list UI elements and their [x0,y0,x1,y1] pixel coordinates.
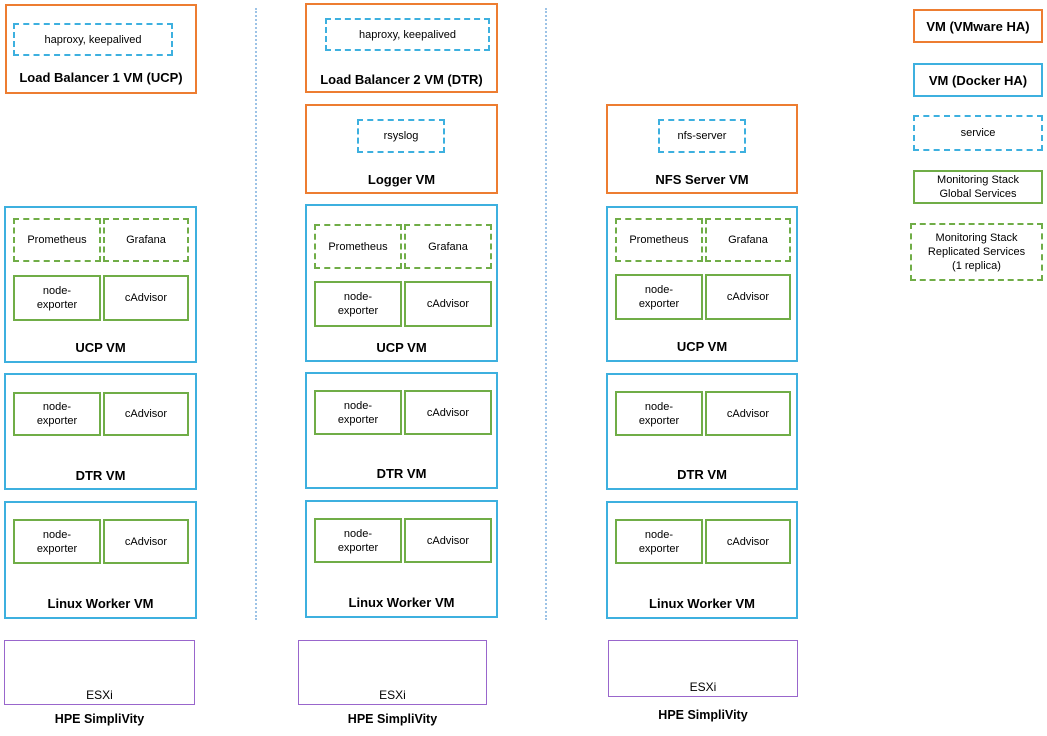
dtr-vm: node-exporter cAdvisor DTR VM [606,373,798,490]
global-service-cadvisor: cAdvisor [103,392,189,436]
dtr-vm: node-exporter cAdvisor DTR VM [305,372,498,489]
vm-title: Linux Worker VM [348,595,455,610]
service-haproxy: haproxy, keepalived [325,18,490,51]
replicated-service-grafana: Grafana [404,224,492,269]
label: node- [343,291,373,303]
label: node- [644,528,674,541]
label: node- [343,527,373,540]
global-service-node-exporter: node-exporter [615,274,703,320]
label: exporter [36,415,78,427]
dtr-vm: node-exporter cAdvisor DTR VM [4,373,197,490]
linux-worker-vm: node-exporter cAdvisor Linux Worker VM [4,501,197,619]
global-service-node-exporter: node-exporter [13,275,101,321]
legend-global-services: Monitoring Stack Global Services [913,170,1043,204]
global-service-node-exporter: node-exporter [615,519,703,564]
vm-title: UCP VM [676,339,728,354]
linux-worker-vm: node-exporter cAdvisor Linux Worker VM [305,500,498,618]
global-service-node-exporter: node-exporter [314,518,402,563]
legend-replicated-services: Monitoring Stack Replicated Services (1 … [910,223,1043,281]
ucp-vm: Prometheus Grafana node-exporter cAdviso… [305,204,498,362]
global-service-node-exporter: node-exporter [314,281,402,327]
global-service-cadvisor: cAdvisor [103,275,189,321]
host-label: HPE SimpliVity [54,712,145,726]
global-service-cadvisor: cAdvisor [705,519,791,564]
load-balancer-1-vm: haproxy, keepalived Load Balancer 1 VM (… [5,4,197,94]
label: exporter [36,542,78,555]
label: exporter [638,414,680,427]
vm-title: Logger VM [367,172,436,187]
linux-worker-vm: node-exporter cAdvisor Linux Worker VM [606,501,798,619]
vm-title: DTR VM [75,468,126,483]
vm-title: DTR VM [677,467,727,482]
label: node- [42,285,72,297]
label: node- [644,400,674,413]
global-service-node-exporter: node-exporter [13,392,101,436]
vm-title: Load Balancer 2 VM (DTR) [320,72,483,87]
ucp-vm: Prometheus Grafana node-exporter cAdviso… [606,206,798,362]
vm-title: Linux Worker VM [47,596,154,611]
vm-title: Linux Worker VM [649,596,755,611]
label: exporter [337,541,379,554]
column-divider [255,8,257,620]
service-nfs-server: nfs-server [658,119,746,153]
logger-vm: rsyslog Logger VM [305,104,498,194]
replicated-service-grafana: Grafana [705,218,791,262]
global-service-cadvisor: cAdvisor [705,274,791,320]
label: (1 replica) [952,260,1001,272]
global-service-cadvisor: cAdvisor [404,281,492,327]
global-service-cadvisor: cAdvisor [404,390,492,435]
replicated-service-prometheus: Prometheus [314,224,402,269]
label: Monitoring Stack [937,174,1019,186]
global-service-node-exporter: node-exporter [615,391,703,436]
vm-title: UCP VM [376,340,427,355]
nfs-server-vm: nfs-server NFS Server VM [606,104,798,194]
legend-service: service [913,115,1043,151]
service-rsyslog: rsyslog [357,119,445,153]
label: node- [644,284,674,296]
global-service-cadvisor: cAdvisor [103,519,189,564]
vm-title: Load Balancer 1 VM (UCP) [19,70,183,85]
column-divider [545,8,547,620]
label: node- [42,401,72,413]
vm-title: DTR VM [376,466,427,481]
service-haproxy: haproxy, keepalived [13,23,173,56]
label: exporter [638,542,680,555]
host-label: HPE SimpliVity [658,708,748,722]
load-balancer-2-vm: haproxy, keepalived Load Balancer 2 VM (… [305,3,498,93]
host-label: HPE SimpliVity [347,712,438,726]
global-service-cadvisor: cAdvisor [404,518,492,563]
esxi-box: ESXi [608,640,798,697]
legend-vmware-ha: VM (VMware HA) [913,9,1043,43]
vm-title: UCP VM [75,340,126,355]
label: node- [42,528,72,541]
label: exporter [337,413,379,426]
legend-docker-ha: VM (Docker HA) [913,63,1043,97]
label: node- [343,399,373,412]
global-service-cadvisor: cAdvisor [705,391,791,436]
label: exporter [36,299,78,311]
label: Replicated Services [927,246,1026,258]
label: exporter [337,305,379,317]
esxi-box: ESXi [4,640,195,705]
vm-title: NFS Server VM [655,172,749,187]
ucp-vm: Prometheus Grafana node-exporter cAdviso… [4,206,197,363]
global-service-node-exporter: node-exporter [314,390,402,435]
esxi-box: ESXi [298,640,487,705]
label: Monitoring Stack [935,232,1018,244]
label: exporter [638,298,680,310]
replicated-service-prometheus: Prometheus [13,218,101,262]
global-service-node-exporter: node-exporter [13,519,101,564]
replicated-service-grafana: Grafana [103,218,189,262]
replicated-service-prometheus: Prometheus [615,218,703,262]
label: Global Services [939,188,1017,200]
